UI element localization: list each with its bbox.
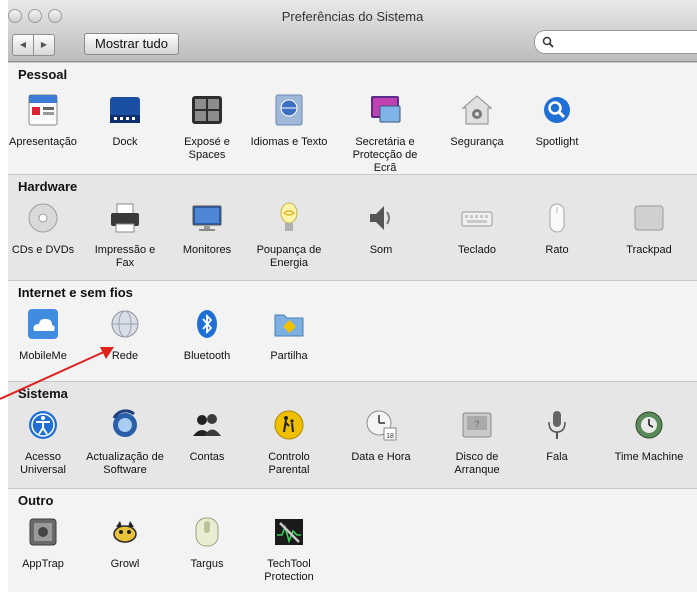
- svg-text:?: ?: [474, 419, 479, 429]
- dock-icon: [110, 97, 140, 123]
- pref-targus[interactable]: Targus: [168, 515, 246, 571]
- displays-icon: [192, 205, 222, 231]
- language-text-icon: [275, 94, 303, 126]
- pref-parental-controls[interactable]: Controlo Parental: [250, 408, 328, 477]
- mobileme-icon: [28, 309, 58, 339]
- printer-fax-icon: [111, 203, 139, 233]
- section-internet-wireless: Internet e sem fios MobileMe Rede Blueto…: [8, 280, 697, 381]
- pref-universal-access[interactable]: Acesso Universal: [8, 408, 82, 477]
- pref-sound[interactable]: Som: [342, 201, 420, 257]
- svg-text:18: 18: [386, 433, 394, 440]
- pref-growl[interactable]: Growl: [86, 515, 164, 571]
- pref-mobileme[interactable]: MobileMe: [8, 307, 82, 363]
- targus-icon: [195, 517, 219, 547]
- appearance-icon: [28, 94, 58, 126]
- cd-dvd-icon: [28, 203, 58, 233]
- pref-accounts[interactable]: Contas: [168, 408, 246, 464]
- speech-icon: [548, 411, 566, 439]
- pref-network[interactable]: Rede: [86, 307, 164, 363]
- back-button[interactable]: ◀: [12, 34, 34, 56]
- pref-cds-dvds[interactable]: CDs e DVDs: [8, 201, 82, 257]
- pref-bluetooth[interactable]: Bluetooth: [168, 307, 246, 363]
- forward-button[interactable]: ▶: [33, 34, 55, 56]
- apptrap-icon: [29, 518, 57, 546]
- pref-spotlight[interactable]: Spotlight: [518, 93, 596, 149]
- sharing-icon: [274, 314, 304, 337]
- preferences-window: Preferências do Sistema ◀ ▶ Mostrar tudo…: [8, 0, 697, 592]
- pref-expose-spaces[interactable]: Exposé e Spaces: [168, 93, 246, 162]
- date-time-icon: 18: [366, 410, 397, 441]
- software-update-icon: [112, 409, 137, 437]
- keyboard-icon: [461, 211, 493, 227]
- bluetooth-icon: [197, 310, 217, 338]
- pref-displays[interactable]: Monitores: [168, 201, 246, 257]
- pref-techtool[interactable]: TechTool Protection: [250, 515, 328, 584]
- pref-energy-saver[interactable]: Poupança de Energia: [250, 201, 328, 270]
- search-icon: [542, 36, 554, 48]
- trackpad-icon: [634, 205, 664, 231]
- section-system: Sistema Acesso Universal Actualização de…: [8, 381, 697, 488]
- startup-disk-icon: ?: [462, 412, 492, 438]
- growl-icon: [113, 521, 137, 543]
- section-title: Sistema: [18, 386, 68, 401]
- pref-sharing[interactable]: Partilha: [250, 307, 328, 363]
- pref-dock[interactable]: Dock: [86, 93, 164, 149]
- pref-mouse[interactable]: Rato: [518, 201, 596, 257]
- pref-software-update[interactable]: Actualização de Software: [86, 408, 164, 477]
- pref-keyboard[interactable]: Teclado: [438, 201, 516, 257]
- parental-controls-icon: [274, 410, 304, 440]
- section-hardware: Hardware CDs e DVDs Impressão e Fax Moni: [8, 174, 697, 280]
- expose-spaces-icon: [192, 96, 222, 124]
- network-icon: [111, 310, 139, 338]
- section-title: Internet e sem fios: [18, 285, 133, 300]
- section-personal: Pessoal Apresentação Dock Exposé e Space…: [8, 62, 697, 174]
- security-icon: [461, 95, 493, 125]
- energy-saver-icon: [280, 202, 298, 231]
- title-bar: Preferências do Sistema ◀ ▶ Mostrar tudo: [8, 0, 697, 62]
- pref-date-time[interactable]: 18 Data e Hora: [342, 408, 420, 464]
- pref-time-machine[interactable]: Time Machine: [610, 408, 688, 464]
- pref-language-text[interactable]: Idiomas e Texto: [250, 93, 328, 149]
- show-all-button[interactable]: Mostrar tudo: [84, 33, 179, 55]
- sound-icon: [370, 206, 390, 230]
- pref-print-fax[interactable]: Impressão e Fax: [86, 201, 164, 270]
- accounts-icon: [193, 414, 221, 436]
- techtool-icon: [275, 519, 303, 545]
- section-title: Outro: [18, 493, 54, 508]
- section-title: Pessoal: [18, 67, 68, 82]
- window-title: Preferências do Sistema: [281, 9, 424, 24]
- pref-startup-disk[interactable]: ? Disco de Arranque: [438, 408, 516, 477]
- section-title: Hardware: [18, 179, 78, 194]
- pref-desktop-screensaver[interactable]: Secretária e Protecção de Ecrã: [342, 93, 428, 175]
- spotlight-icon: [544, 97, 570, 123]
- pref-trackpad[interactable]: Trackpad: [610, 201, 688, 257]
- pref-security[interactable]: Segurança: [438, 93, 516, 149]
- universal-access-icon: [29, 411, 57, 439]
- section-other: Outro AppTrap Growl Targus TechTool Prot…: [8, 488, 697, 592]
- pref-speech[interactable]: Fala: [518, 408, 596, 464]
- mouse-icon: [549, 203, 565, 233]
- pref-appearance[interactable]: Apresentação: [8, 93, 82, 149]
- desktop-screensaver-icon: [371, 96, 401, 123]
- search-input[interactable]: [534, 30, 697, 54]
- pref-apptrap[interactable]: AppTrap: [8, 515, 82, 571]
- time-machine-icon: [635, 411, 663, 439]
